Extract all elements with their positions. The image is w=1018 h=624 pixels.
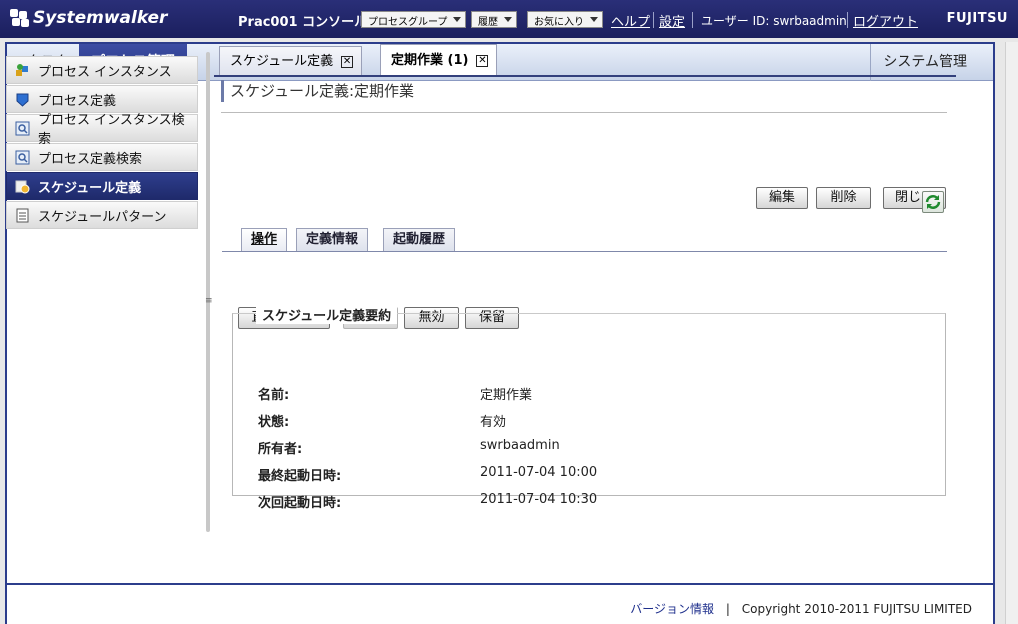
edit-button[interactable]: 編集 (756, 187, 808, 209)
schedule-definition-icon (15, 179, 30, 194)
summary-value: 有効 (480, 415, 507, 430)
sidebar-item-schedule-definition[interactable]: スケジュール定義 (6, 172, 198, 200)
process-group-dropdown-label: プロセスグループ (368, 17, 448, 28)
tab-operations[interactable]: 操作 (241, 228, 288, 252)
process-group-dropdown[interactable]: プロセスグループ (361, 11, 467, 28)
header-divider (847, 12, 848, 28)
chevron-down-icon (590, 17, 598, 22)
page-title: スケジュール定義:定期作業 (221, 80, 414, 102)
console-name: Prac001 コンソール (238, 15, 368, 30)
tab-label: スケジュール定義 (230, 53, 334, 69)
favorites-dropdown-label: お気に入り (534, 17, 584, 28)
tab-definition-info[interactable]: 定義情報 (296, 228, 369, 252)
sidebar-item-label: プロセス インスタンス (38, 64, 172, 80)
chevron-down-icon (504, 17, 512, 22)
sidebar-item-label: スケジュール定義 (38, 180, 142, 196)
title-divider (221, 112, 947, 113)
sidebar-item-label: プロセス定義 (38, 93, 117, 109)
window-scrollbar[interactable] (1005, 42, 1018, 624)
sidebar: プロセス インスタンス プロセス定義 プロセス インスタンス検索 プロセス定義検… (6, 56, 198, 230)
sidebar-item-process-instance-search[interactable]: プロセス インスタンス検索 (6, 113, 198, 147)
tab-underline (214, 75, 956, 77)
version-info-link[interactable]: バージョン情報 (630, 602, 714, 616)
summary-value: 2011-07-04 10:30 (480, 492, 598, 507)
summary-label: 最終起動日時: (258, 469, 342, 484)
footer-text: バージョン情報 | Copyright 2010-2011 FUJITSU LI… (630, 600, 972, 617)
favorites-dropdown[interactable]: お気に入り (527, 11, 603, 28)
logout-link[interactable]: ログアウト (853, 11, 918, 30)
sidebar-item-label: スケジュールパターン (38, 209, 167, 225)
systemwalker-logo: Systemwalker (10, 8, 167, 28)
summary-label: 次回起動日時: (258, 496, 342, 511)
tab-label: 定期作業 (1) (391, 52, 469, 68)
top-header: Systemwalker Prac001 コンソール プロセスグループ 履歴 お… (0, 0, 1018, 38)
user-id-label: ユーザー ID: swrbaadmin (701, 14, 847, 28)
process-instance-icon (15, 63, 30, 78)
refresh-button[interactable] (922, 191, 944, 213)
tab-periodic-job[interactable]: 定期作業 (1) ✕ (380, 44, 498, 76)
systemwalker-logo-icon (10, 9, 30, 27)
summary-value: swrbaadmin (480, 438, 560, 453)
header-divider (653, 12, 654, 28)
summary-label: 名前: (258, 388, 290, 403)
sidebar-item-label: プロセス インスタンス検索 (38, 113, 185, 147)
history-dropdown[interactable]: 履歴 (471, 11, 517, 28)
settings-link[interactable]: 設定 (659, 11, 685, 30)
tab-schedule-definition[interactable]: スケジュール定義 ✕ (219, 46, 363, 76)
help-link[interactable]: ヘルプ (611, 11, 650, 30)
history-dropdown-label: 履歴 (478, 17, 498, 28)
process-definition-icon (15, 92, 30, 107)
delete-button[interactable]: 削除 (816, 187, 871, 209)
inner-tab-underline (222, 251, 947, 252)
sidebar-item-schedule-pattern[interactable]: スケジュールパターン (6, 201, 198, 229)
summary-label: 状態: (258, 415, 290, 430)
chevron-down-icon (453, 17, 462, 22)
sidebar-splitter[interactable]: ≡ (204, 48, 213, 538)
search-instance-icon (15, 121, 30, 136)
schedule-summary-legend: スケジュール定義要約 (256, 305, 398, 324)
copyright-text: Copyright 2010-2011 FUJITSU LIMITED (741, 602, 972, 616)
sidebar-item-process-definition-search[interactable]: プロセス定義検索 (6, 143, 198, 171)
header-divider (692, 12, 693, 28)
close-icon[interactable]: ✕ (476, 54, 489, 67)
splitter-grip-icon: ≡ (205, 296, 213, 306)
schedule-pattern-icon (15, 208, 30, 223)
fujitsu-logo: FUJITSU (946, 11, 1008, 26)
summary-label: 所有者: (258, 442, 303, 457)
summary-value: 2011-07-04 10:00 (480, 465, 598, 480)
splitter-bar (206, 52, 210, 532)
footer-separator: | (725, 602, 730, 616)
logo-text: Systemwalker (33, 8, 168, 28)
close-icon[interactable]: ✕ (341, 55, 354, 68)
tab-launch-history[interactable]: 起動履歴 (383, 228, 456, 252)
search-definition-icon (15, 150, 30, 165)
summary-value: 定期作業 (480, 388, 533, 403)
refresh-icon (925, 195, 941, 209)
sidebar-item-label: プロセス定義検索 (38, 151, 143, 167)
sidebar-item-process-instance[interactable]: プロセス インスタンス (6, 56, 198, 84)
